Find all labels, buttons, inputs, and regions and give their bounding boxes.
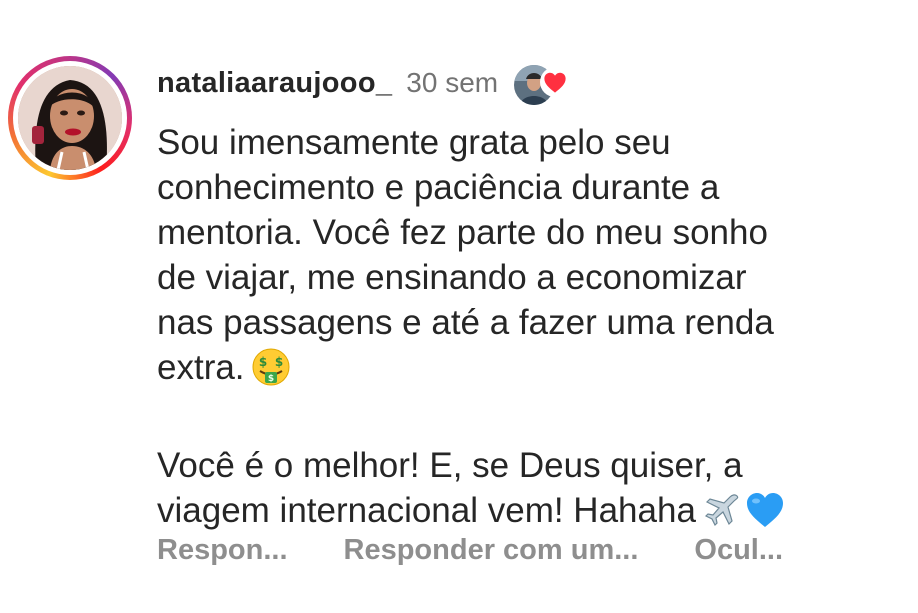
reply-button[interactable]: Respon... — [157, 534, 288, 567]
comment-paragraph-2: Você é o melhor! E, se Deus quiser, a vi… — [157, 443, 897, 541]
timestamp: 30 sem — [406, 67, 499, 98]
comment-header: nataliaaraujooo_ 30 sem — [157, 58, 574, 108]
money-mouth-face-icon: $ $ $ — [251, 347, 291, 398]
comment-line: Você é o melhor! E, se Deus quiser, a — [157, 446, 743, 485]
username[interactable]: nataliaaraujooo_ — [157, 67, 392, 100]
svg-text:$: $ — [258, 355, 266, 369]
comment-line: Sou imensamente grata pelo seu — [157, 123, 671, 162]
hide-button[interactable]: Ocul... — [694, 534, 783, 567]
avatar[interactable] — [18, 66, 122, 170]
comment-line: de viajar, me ensinando a economizar — [157, 258, 747, 297]
comment-actions: Respon... Responder com um... Ocul... — [157, 530, 783, 570]
svg-text:$: $ — [274, 355, 282, 369]
comment-line: viagem internacional vem! Hahaha — [157, 491, 696, 530]
commenter-avatar-story-ring[interactable] — [8, 56, 132, 180]
comment-paragraph-1: Sou imensamente grata pelo seu conhecime… — [157, 120, 897, 398]
comment-line: nas passagens e até a fazer uma renda — [157, 303, 774, 342]
heart-icon — [540, 67, 571, 97]
comment-text: Sou imensamente grata pelo seu conhecime… — [157, 120, 897, 541]
comment-line: extra. — [157, 348, 245, 387]
comment-line: mentoria. Você fez parte do meu sonho — [157, 213, 768, 252]
comment-line: conhecimento e paciência durante a — [157, 168, 720, 207]
author-liked-indicator — [512, 61, 574, 107]
reply-with-button[interactable]: Responder com um... — [344, 534, 639, 567]
svg-text:$: $ — [267, 374, 273, 384]
